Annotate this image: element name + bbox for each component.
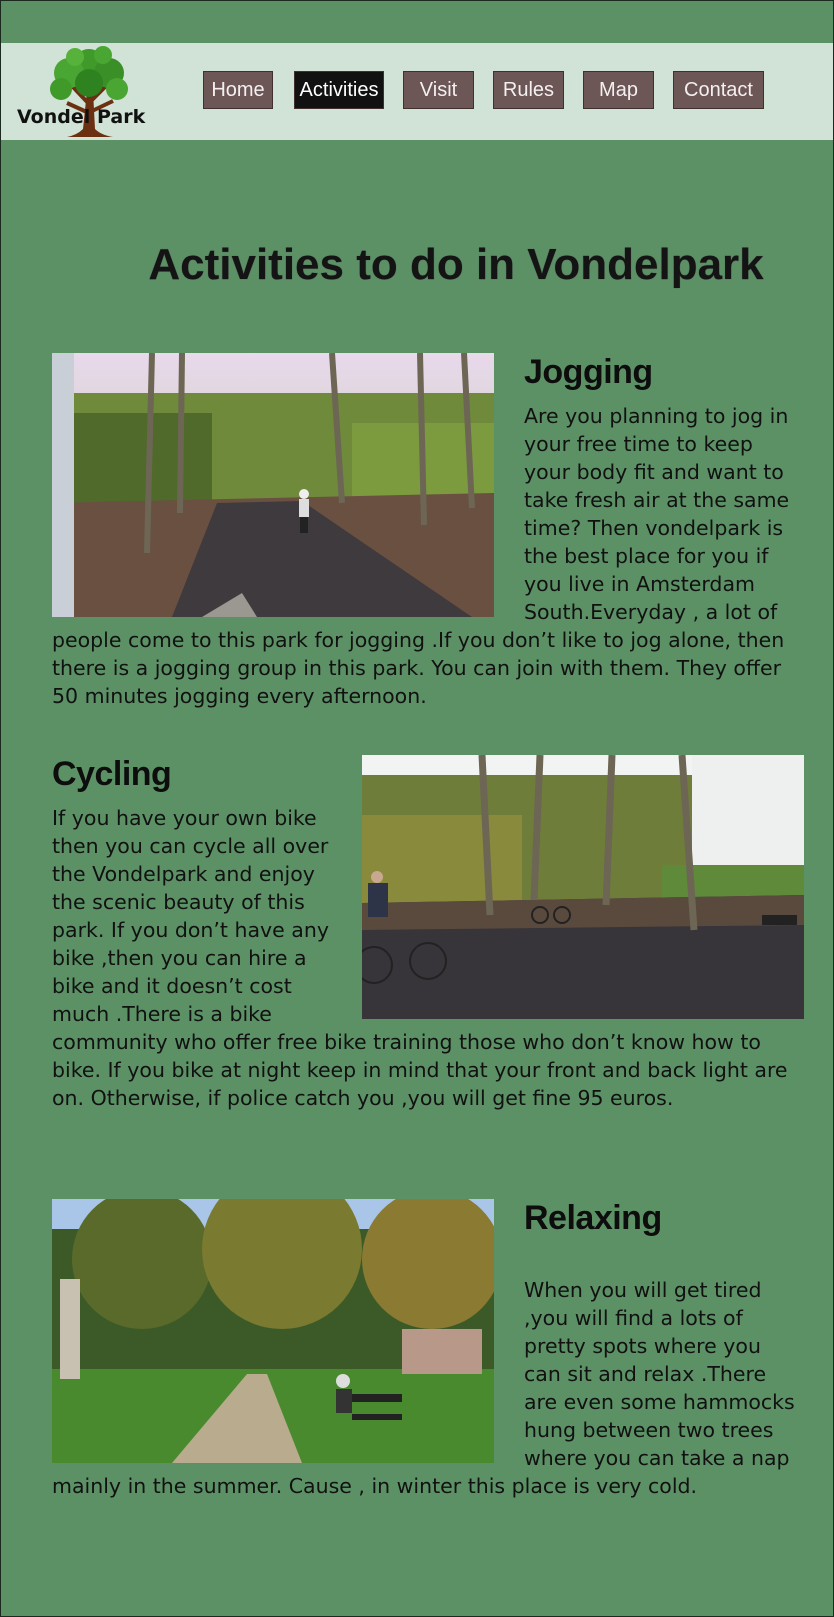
jogging-photo <box>52 353 494 617</box>
nav-rules[interactable]: Rules <box>493 71 564 109</box>
logo-word-vondel: Vondel <box>17 106 91 128</box>
site-header: Vondel Park Home Activities Visit Rules … <box>1 43 833 140</box>
section-cycling: Cycling If you have your own bike then y… <box>52 755 804 1112</box>
logo-word-park: Park <box>97 106 146 128</box>
nav-activities[interactable]: Activities <box>294 71 384 109</box>
nav-home[interactable]: Home <box>203 71 273 109</box>
page-title: Activities to do in Vondelpark <box>148 240 764 289</box>
nav-map[interactable]: Map <box>583 71 654 109</box>
relaxing-photo <box>52 1199 494 1463</box>
section-relaxing: Relaxing When you will get tired ,you wi… <box>52 1199 804 1500</box>
cycling-photo <box>362 755 804 1019</box>
vondel-park-logo[interactable]: Vondel Park <box>15 43 145 140</box>
nav-contact[interactable]: Contact <box>673 71 764 109</box>
section-jogging: Jogging Are you planning to jog in your … <box>52 353 804 710</box>
nav-visit[interactable]: Visit <box>403 71 474 109</box>
